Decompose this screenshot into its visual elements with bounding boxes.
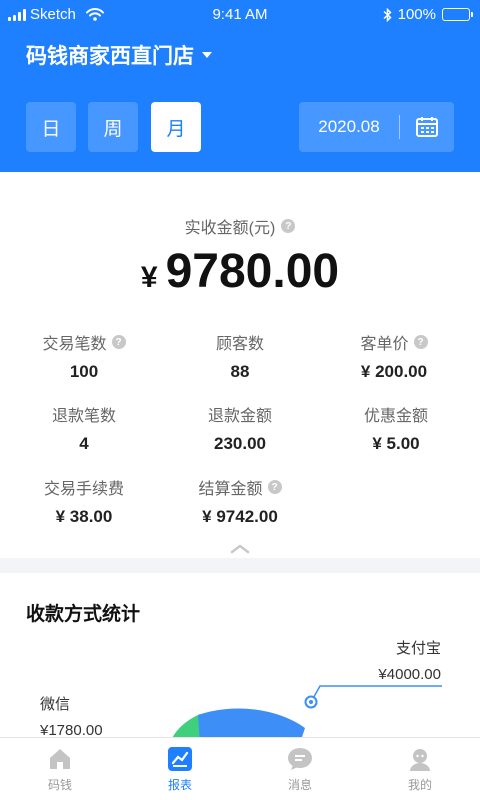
tab-report[interactable]: 报表 [120, 738, 240, 800]
tab-bar: 码钱 报表 消息 我的 [0, 737, 480, 800]
tab-month[interactable]: 月 [151, 102, 201, 152]
report-icon [167, 746, 193, 772]
tab-label: 消息 [287, 778, 312, 792]
stat-settlement: 结算金额? ¥ 9742.00 [160, 477, 320, 527]
date-value: 2020.08 [318, 117, 380, 136]
help-icon[interactable]: ? [111, 335, 126, 349]
date-picker[interactable]: 2020.08 [299, 102, 454, 152]
help-icon[interactable]: ? [267, 480, 282, 494]
currency-symbol: ¥ [140, 261, 158, 294]
tab-home[interactable]: 码钱 [0, 738, 120, 800]
bluetooth-icon [383, 7, 392, 22]
store-name: 码钱商家西直门店 [26, 45, 194, 68]
stat-value: 4 [79, 434, 89, 453]
stat-label: 顾客数 [215, 336, 264, 353]
stat-value: 88 [230, 362, 250, 381]
stat-label: 退款笔数 [51, 408, 116, 425]
stat-value: ¥ 200.00 [360, 362, 428, 381]
tab-label: 报表 [167, 778, 192, 792]
stat-value: 230.00 [214, 434, 266, 453]
tab-label: 我的 [407, 778, 432, 792]
stat-label: 交易手续费 [43, 481, 124, 498]
stat-label: 客单价 [360, 336, 409, 353]
leader-line-alipay [310, 685, 442, 703]
chevron-up-icon[interactable] [230, 544, 250, 554]
stat-refund-amount: 退款金额 230.00 [160, 404, 320, 454]
stat-discount: 优惠金额 ¥ 5.00 [316, 404, 476, 454]
stat-label: 交易笔数 [42, 336, 107, 353]
tab-profile[interactable]: 我的 [360, 738, 480, 800]
help-icon[interactable]: ? [413, 335, 428, 349]
pie-chart [170, 685, 442, 743]
calendar-icon [400, 116, 454, 138]
stat-refund-count: 退款笔数 4 [4, 404, 164, 454]
stat-fee: 交易手续费 ¥ 38.00 [4, 477, 164, 527]
message-icon [287, 746, 313, 772]
total-label-row: 实收金额(元) ? [0, 214, 480, 238]
caret-down-icon [202, 52, 212, 58]
stat-avg-price: 客单价? ¥ 200.00 [314, 332, 474, 382]
summary-card: 实收金额(元) ? ¥9780.00 交易笔数? 100 顾客数 88 客单价?… [0, 172, 480, 558]
stat-value: ¥ 38.00 [55, 507, 113, 526]
profile-icon [407, 746, 433, 772]
tab-week[interactable]: 周 [88, 102, 138, 152]
store-selector[interactable]: 码钱商家西直门店 [26, 40, 212, 70]
stat-value: ¥ 5.00 [372, 434, 420, 453]
stat-value: ¥ 9742.00 [202, 507, 278, 526]
status-bar: Sketch 9:41 AM 100% [0, 0, 480, 30]
help-icon[interactable]: ? [281, 219, 296, 233]
battery-icon [442, 8, 473, 21]
tab-day[interactable]: 日 [26, 102, 76, 152]
stat-label: 优惠金额 [363, 408, 428, 425]
status-right: 100% [383, 6, 473, 23]
stat-value: 100 [69, 362, 99, 381]
stat-customers: 顾客数 88 [160, 332, 320, 382]
header: Sketch 9:41 AM 100% 码钱商家西直门店 日 周 月 2020.… [0, 0, 480, 172]
stat-transactions: 交易笔数? 100 [4, 332, 164, 382]
total-value: 9780.00 [165, 245, 340, 298]
stat-label: 退款金额 [207, 408, 272, 425]
battery-label: 100% [397, 6, 436, 23]
tab-messages[interactable]: 消息 [240, 738, 360, 800]
tab-label: 码钱 [47, 778, 72, 792]
stat-label: 结算金额 [198, 481, 263, 498]
home-icon [47, 746, 73, 772]
total-label: 实收金额(元) [184, 220, 276, 237]
payment-stats-card: 收款方式统计 支付宝 ¥4000.00 微信 ¥1780.00 [0, 573, 480, 743]
total-amount: ¥9780.00 [0, 244, 480, 299]
